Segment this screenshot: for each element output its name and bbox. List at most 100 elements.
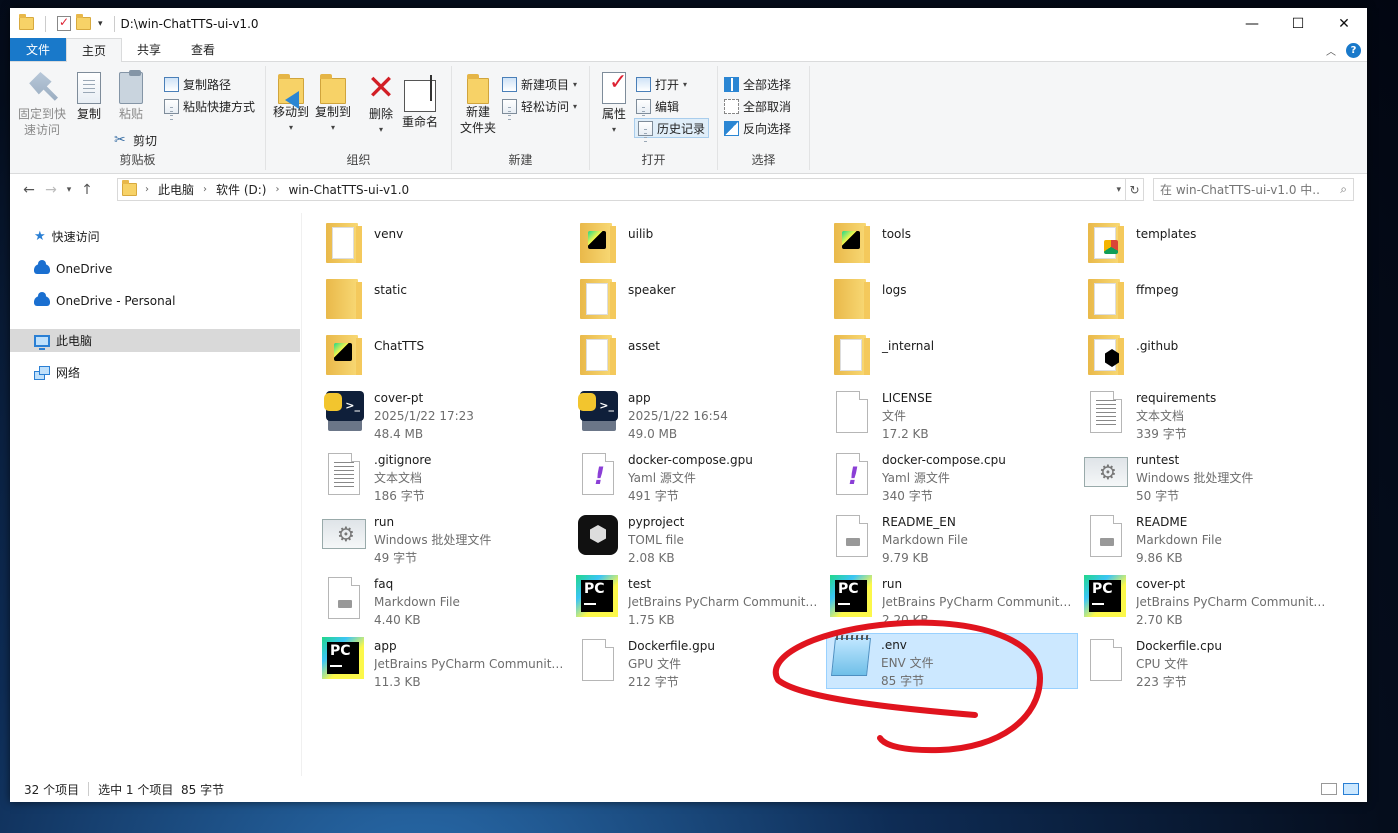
copy-button[interactable]: 复制 (72, 68, 106, 122)
file-name: docker-compose.gpu (628, 453, 753, 467)
tab-home[interactable]: 主页 (66, 38, 123, 62)
sidebar-item-onedrive-personal[interactable]: OneDrive - Personal (10, 289, 300, 312)
search-box[interactable]: ⌕ (1153, 178, 1354, 201)
file-item[interactable]: cover-pt 2025/1/22 17:23 48.4 MB (320, 387, 570, 443)
close-button[interactable]: ✕ (1321, 8, 1367, 39)
sidebar-item-network[interactable]: 网络 (10, 361, 300, 384)
details-view-icon[interactable] (1321, 783, 1337, 795)
file-name: docker-compose.cpu (882, 453, 1006, 467)
customize-toolbar-icon[interactable]: ▾ (98, 19, 103, 29)
pycharm-icon: PC (576, 575, 618, 617)
delete-button[interactable]: ✕ 删除 ▾ (366, 68, 396, 138)
file-item[interactable]: PC app JetBrains PyCharm Community... 11.3 … (320, 635, 570, 691)
folder-item[interactable]: templates (1082, 219, 1332, 275)
file-item[interactable]: ! docker-compose.gpu Yaml 源文件 491 字节 (574, 449, 824, 505)
history-button[interactable]: 历史记录 (634, 118, 710, 143)
minimize-button[interactable]: — (1229, 8, 1275, 39)
file-item[interactable]: README Markdown File 9.86 KB (1082, 511, 1332, 567)
forward-arrow-icon[interactable]: → (40, 182, 62, 198)
folder-icon (1088, 223, 1124, 263)
file-item[interactable]: .env ENV 文件 85 字节 (826, 633, 1078, 689)
copy-path-button[interactable]: 复制路径 (164, 74, 231, 94)
file-item[interactable]: LICENSE 文件 17.2 KB (828, 387, 1078, 443)
collapse-ribbon-icon[interactable]: ︿ (1326, 43, 1336, 58)
file-item[interactable]: Dockerfile.gpu GPU 文件 212 字节 (574, 635, 824, 691)
folder-item[interactable]: speaker (574, 275, 824, 331)
paste-shortcut-button[interactable]: 粘贴快捷方式 (164, 96, 255, 121)
up-arrow-icon[interactable]: ↑ (76, 182, 98, 198)
refresh-icon[interactable]: ↻ (1126, 178, 1144, 201)
help-icon[interactable]: ? (1346, 43, 1361, 58)
select-all-button[interactable]: 全部选择 (724, 74, 791, 94)
file-item[interactable]: app 2025/1/22 16:54 49.0 MB (574, 387, 824, 443)
folder-item[interactable]: tools (828, 219, 1078, 275)
new-group-label: 新建 (508, 153, 533, 167)
easy-access-button[interactable]: 轻松访问 ▾ (502, 96, 577, 121)
large-icons-view-icon[interactable] (1343, 783, 1359, 795)
folder-item[interactable]: .github (1082, 331, 1332, 387)
folder-item[interactable]: ChatTTS (320, 331, 570, 387)
file-item[interactable]: PC cover-pt JetBrains PyCharm Community...… (1082, 573, 1332, 629)
file-item[interactable]: README_EN Markdown File 9.79 KB (828, 511, 1078, 567)
select-none-button[interactable]: 全部取消 (724, 96, 791, 116)
new-folder-button[interactable]: 新建 文件夹 (458, 68, 498, 136)
dropdown-arrow-icon: ▾ (288, 123, 293, 132)
cut-button[interactable]: ✂ 剪切 (114, 130, 157, 150)
edit-button[interactable]: 编辑 (636, 96, 679, 121)
folder-item[interactable]: asset (574, 331, 824, 387)
maximize-button[interactable]: ☐ (1275, 8, 1321, 39)
properties-quick-icon[interactable] (57, 15, 71, 31)
file-item[interactable]: Dockerfile.cpu CPU 文件 223 字节 (1082, 635, 1332, 691)
sidebar-item-onedrive[interactable]: OneDrive (10, 257, 300, 280)
new-item-button[interactable]: 新建项目 ▾ (502, 74, 577, 94)
invert-selection-button[interactable]: 反向选择 (724, 118, 791, 138)
chevron-down-icon[interactable]: ▾ (1116, 185, 1121, 195)
recent-locations-icon[interactable]: ▾ (62, 185, 76, 195)
file-item[interactable]: runtest Windows 批处理文件 50 字节 (1082, 449, 1332, 505)
folder-item[interactable]: static (320, 275, 570, 331)
file-name: LICENSE (882, 391, 933, 405)
chevron-right-icon[interactable]: › (203, 184, 207, 195)
search-input[interactable] (1160, 182, 1320, 197)
properties-button[interactable]: 属性 ▾ (596, 68, 632, 138)
breadcrumb-this-pc[interactable]: 此电脑 (158, 181, 194, 198)
breadcrumb-drive-d[interactable]: 软件 (D:) (216, 181, 266, 198)
rename-button[interactable]: 重命名 (400, 68, 440, 130)
search-icon[interactable]: ⌕ (1340, 182, 1347, 197)
folder-item[interactable]: ffmpeg (1082, 275, 1332, 331)
folder-item[interactable]: uilib (574, 219, 824, 275)
folder-item[interactable]: venv (320, 219, 570, 275)
organize-group: 移动到 ▾ 复制到 ▾ ✕ 删除 ▾ 重命名 组织 (266, 66, 452, 170)
chevron-right-icon[interactable]: › (145, 184, 149, 195)
sidebar-item-this-pc[interactable]: 此电脑 (10, 329, 300, 352)
address-bar[interactable]: › 此电脑 › 软件 (D:) › win-ChatTTS-ui-v1.0 ▾ (117, 178, 1126, 201)
move-to-button[interactable]: 移动到 ▾ (272, 68, 310, 136)
copy-to-button[interactable]: 复制到 ▾ (314, 68, 352, 136)
tab-share[interactable]: 共享 (122, 38, 176, 61)
open-button[interactable]: 打开 ▾ (636, 74, 687, 94)
paste-button[interactable]: 粘贴 (114, 68, 148, 122)
file-item[interactable]: run Windows 批处理文件 49 字节 (320, 511, 570, 567)
sidebar-item-quick-access[interactable]: ★ 快速访问 (10, 225, 300, 248)
tab-view[interactable]: 查看 (176, 38, 230, 61)
file-item[interactable]: PC run JetBrains PyCharm Community... 2.20 … (828, 573, 1078, 629)
back-arrow-icon[interactable]: ← (18, 182, 40, 198)
breadcrumb-current-folder[interactable]: win-ChatTTS-ui-v1.0 (288, 183, 409, 197)
new-folder-quick-icon[interactable] (76, 14, 91, 30)
rename-label: 重命名 (401, 115, 438, 129)
file-item[interactable]: pyproject TOML file 2.08 KB (574, 511, 824, 567)
file-item[interactable]: PC test JetBrains PyCharm Community... 1.75… (574, 573, 824, 629)
file-text: run Windows 批处理文件 49 字节 (374, 511, 491, 567)
folder-item[interactable]: logs (828, 275, 1078, 331)
file-item[interactable]: requirements 文本文档 339 字节 (1082, 387, 1332, 443)
file-item[interactable]: .gitignore 文本文档 186 字节 (320, 449, 570, 505)
file-icon-wrap (574, 219, 622, 267)
file-type: GPU 文件 (628, 657, 682, 671)
file-item[interactable]: ! docker-compose.cpu Yaml 源文件 340 字节 (828, 449, 1078, 505)
tab-file[interactable]: 文件 (10, 38, 67, 61)
file-item[interactable]: faq Markdown File 4.40 KB (320, 573, 570, 629)
folder-item[interactable]: _internal (828, 331, 1078, 387)
folder-icon (326, 223, 362, 263)
chevron-right-icon[interactable]: › (275, 184, 279, 195)
pin-quick-access-button[interactable]: 固定到快 速访问 (16, 68, 68, 138)
